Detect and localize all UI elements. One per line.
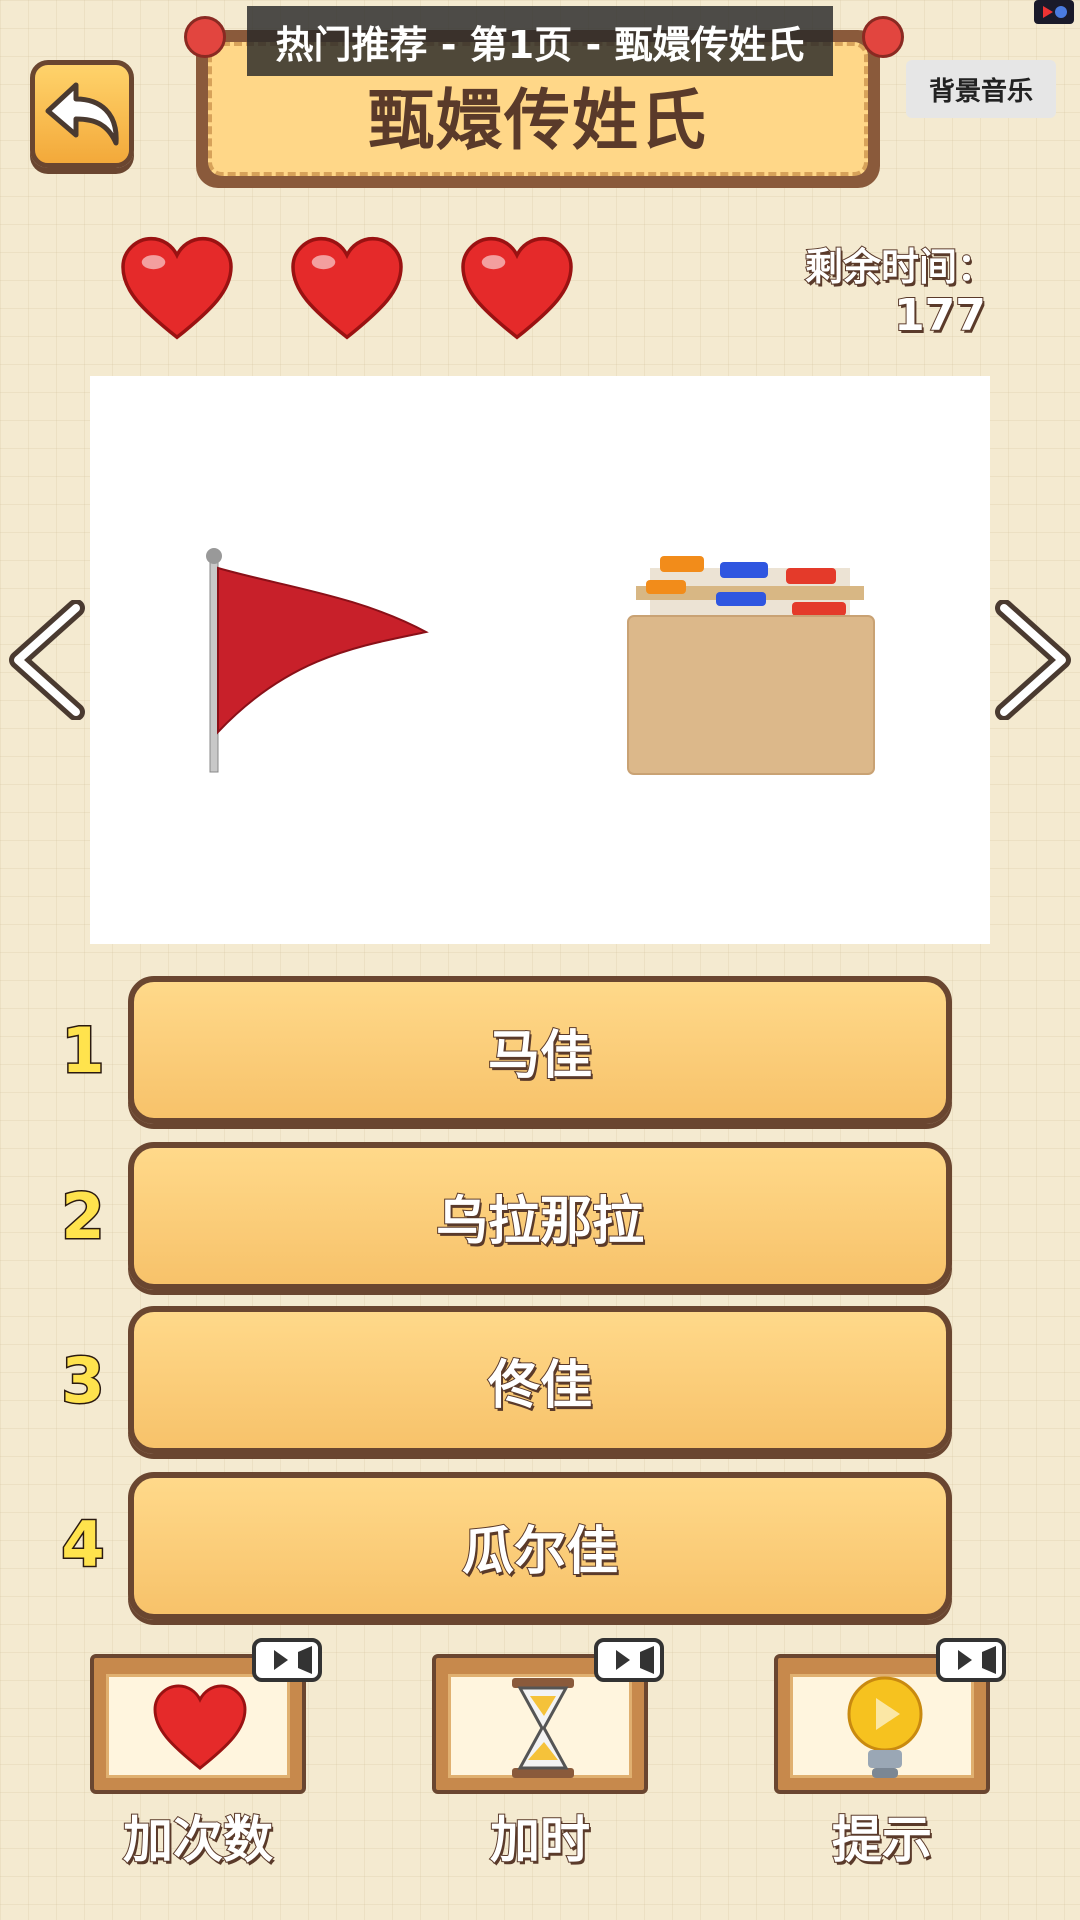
video-ad-icon	[936, 1638, 1006, 1682]
puzzle-image-panel	[90, 376, 990, 944]
hint-label: 提示	[831, 1810, 933, 1870]
back-button[interactable]	[30, 60, 134, 168]
page-title: 甄嬛传姓氏	[368, 82, 708, 159]
timer-label: 剩余时间：	[804, 244, 996, 290]
add-lives-label: 加次数	[122, 1810, 274, 1870]
heart-icon	[153, 1684, 247, 1770]
option-number-1: 1	[60, 1013, 106, 1089]
option-button-2[interactable]: 乌拉那拉	[128, 1142, 952, 1290]
red-flag-icon	[206, 548, 429, 773]
pin-left-icon	[184, 16, 226, 58]
video-ad-icon	[594, 1638, 664, 1682]
next-arrow-icon[interactable]	[994, 600, 1074, 720]
previous-arrow-icon[interactable]	[6, 600, 86, 720]
add-time-label: 加时	[489, 1810, 591, 1870]
app-corner-icon	[1034, 0, 1074, 24]
option-button-1[interactable]: 马佳	[128, 976, 952, 1124]
background-music-button[interactable]: 背景音乐	[906, 60, 1056, 118]
heart-icon	[461, 236, 573, 340]
video-ad-icon	[252, 1638, 322, 1682]
hourglass-icon	[512, 1678, 574, 1778]
page-overlay-title: 热门推荐 - 第1页 - 甄嬛传姓氏	[247, 6, 833, 76]
lightbulb-icon	[847, 1676, 923, 1778]
option-number-4: 4	[60, 1507, 106, 1583]
option-number-3: 3	[60, 1343, 106, 1419]
timer-value: 177	[893, 289, 987, 342]
card-index-dividers-icon	[627, 556, 875, 775]
option-button-4[interactable]: 瓜尔佳	[128, 1472, 952, 1620]
back-arrow-icon	[45, 82, 119, 146]
option-button-3[interactable]: 佟佳	[128, 1306, 952, 1454]
option-number-2: 2	[60, 1179, 106, 1255]
heart-icon	[121, 236, 233, 340]
pin-right-icon	[862, 16, 904, 58]
heart-icon	[291, 236, 403, 340]
